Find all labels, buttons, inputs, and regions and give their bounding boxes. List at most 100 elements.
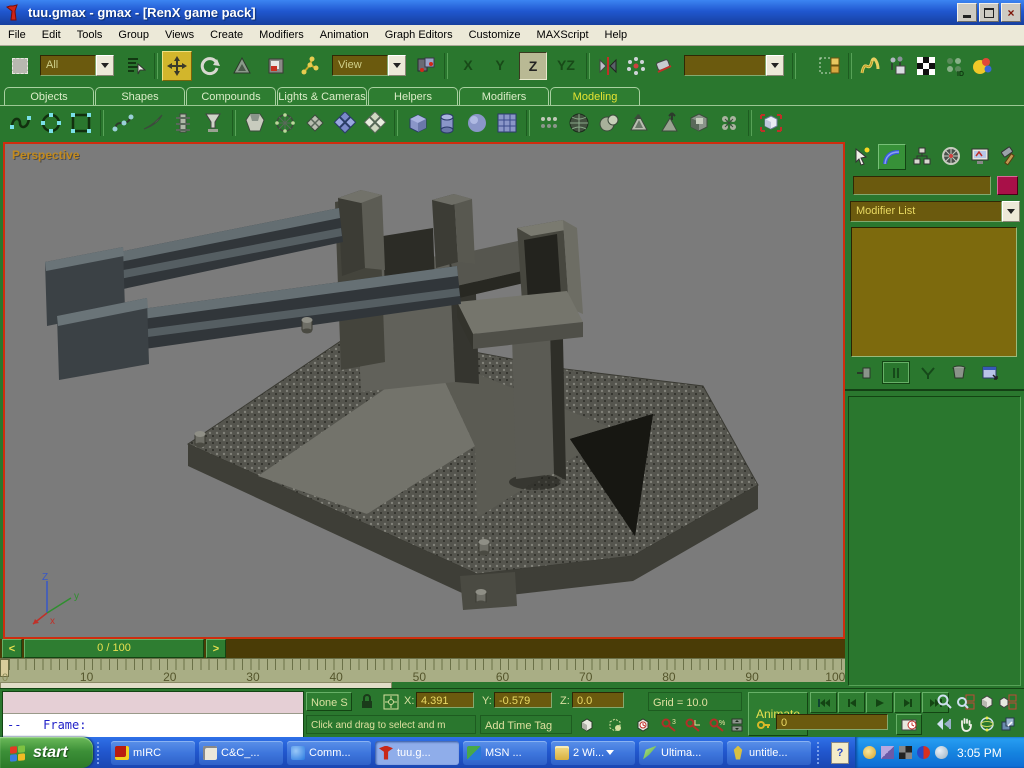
go-to-start-icon[interactable] (810, 692, 837, 713)
loft-icon[interactable] (168, 109, 198, 137)
curve-editor-icon[interactable] (856, 52, 884, 80)
material-editor-icon[interactable] (912, 52, 940, 80)
perspective-viewport[interactable]: Perspective Z y x (3, 142, 845, 639)
y-coord-field[interactable]: -0.579 (494, 692, 552, 708)
object-name-field[interactable] (853, 176, 991, 195)
restore-button[interactable] (979, 3, 999, 22)
render-id-icon[interactable]: ID (940, 52, 968, 80)
add-time-tag[interactable]: Add Time Tag (480, 715, 572, 734)
display-tab-icon[interactable] (967, 144, 993, 168)
arc-rotate-icon[interactable] (976, 714, 997, 733)
show-end-result-icon[interactable] (882, 361, 910, 384)
minimize-button[interactable] (957, 3, 977, 22)
cylinder-icon[interactable] (432, 109, 462, 137)
sub-object-cube-icon[interactable] (756, 109, 786, 137)
tray-swirl-icon[interactable] (917, 746, 930, 759)
taskbar-task-button[interactable]: C&C_... (199, 741, 283, 765)
pin-stack-icon[interactable] (851, 362, 877, 383)
panel-tab[interactable]: Modeling (550, 87, 640, 105)
grid-plane-icon[interactable] (492, 109, 522, 137)
time-slider[interactable]: 0 / 100 (24, 639, 204, 658)
meshsmooth-icon[interactable] (594, 109, 624, 137)
angle-snap-icon[interactable] (682, 715, 704, 734)
tray-display-icon[interactable] (881, 746, 894, 759)
panel-tab[interactable]: Helpers (368, 87, 458, 105)
min-max-toggle-icon[interactable] (997, 714, 1018, 733)
edit-spline-icon[interactable] (108, 109, 138, 137)
key-mode-icon[interactable] (756, 715, 772, 734)
make-unique-icon[interactable] (915, 362, 941, 383)
menu-item[interactable]: Graph Editors (377, 27, 461, 43)
spinner-snap-icon[interactable] (726, 715, 748, 734)
menu-item[interactable]: Tools (69, 27, 111, 43)
tray-messenger-icon[interactable] (935, 746, 948, 759)
boolean-icon[interactable] (198, 109, 228, 137)
configure-modifier-sets-icon[interactable] (977, 362, 1003, 383)
help-badge[interactable]: ? (831, 742, 849, 764)
menu-item[interactable]: File (0, 27, 34, 43)
z-coord-field[interactable]: 0.0 (572, 692, 624, 708)
motion-tab-icon[interactable] (938, 144, 964, 168)
menu-item[interactable]: Customize (461, 27, 529, 43)
select-and-rotate-icon[interactable] (196, 52, 224, 80)
axis-constraint-button[interactable]: Y (487, 52, 513, 78)
pan-icon[interactable] (955, 714, 976, 733)
time-next-button[interactable]: > (206, 639, 226, 658)
play-icon[interactable] (866, 692, 893, 713)
zoom-extents-all-icon[interactable] (997, 692, 1018, 711)
coord-system-dropdown[interactable]: View (332, 55, 406, 76)
geosphere-icon[interactable] (564, 109, 594, 137)
chamfer-icon[interactable] (240, 109, 270, 137)
select-by-name-icon[interactable] (122, 52, 150, 80)
listener-script-line[interactable]: -- Frame: (3, 714, 303, 737)
taskbar-task-button[interactable]: MSN ... (463, 741, 547, 765)
layer-eraser-icon[interactable] (650, 52, 678, 80)
modifier-stack[interactable] (851, 227, 1017, 357)
cap-holes-icon[interactable] (684, 109, 714, 137)
use-pivot-center-icon[interactable] (262, 52, 290, 80)
current-frame-field[interactable]: 0 (776, 714, 888, 730)
menu-item[interactable]: Help (597, 27, 636, 43)
quadify-icon[interactable] (300, 109, 330, 137)
menu-item[interactable]: Edit (34, 27, 69, 43)
menu-item[interactable]: Create (202, 27, 251, 43)
line-icon[interactable] (6, 109, 36, 137)
modifier-list-dropdown[interactable]: Modifier List (850, 201, 1020, 222)
taskbar-task-button[interactable]: 2 Wi... (551, 741, 635, 765)
optimize-icon[interactable] (654, 109, 684, 137)
dropdown-arrow-icon[interactable] (96, 55, 114, 76)
selection-region-icon[interactable] (6, 52, 34, 80)
schematic-view-icon[interactable] (884, 52, 912, 80)
axis-constraint-button[interactable]: Z (519, 52, 547, 80)
menu-item[interactable]: Group (110, 27, 157, 43)
lattice-icon[interactable] (270, 109, 300, 137)
track-bar[interactable]: 102030405060708090100 0 (0, 658, 845, 689)
snapshot-icon[interactable] (604, 715, 626, 734)
selection-lock-icon[interactable] (356, 692, 378, 711)
viewport-label[interactable]: Perspective (12, 148, 79, 162)
absolute-mode-icon[interactable] (380, 692, 402, 711)
maxscript-mini-listener[interactable]: -- Frame: (2, 691, 304, 738)
selection-filter-dropdown[interactable]: All (40, 55, 114, 76)
axis-constraint-button[interactable]: YZ (553, 52, 579, 78)
grid-blue-icon[interactable] (330, 109, 360, 137)
select-and-move-icon[interactable] (162, 51, 192, 81)
dropdown-arrow-icon[interactable] (1002, 201, 1020, 222)
next-frame-icon[interactable] (894, 692, 921, 713)
menu-item[interactable]: Views (157, 27, 202, 43)
utilities-tab-icon[interactable] (996, 144, 1022, 168)
taskbar-task-button[interactable]: Comm... (287, 741, 371, 765)
panel-tab[interactable]: Modifiers (459, 87, 549, 105)
snap-toggle-icon[interactable]: 3 (658, 715, 680, 734)
percent-snap-icon[interactable]: % (706, 715, 728, 734)
mesh-select-icon[interactable] (714, 109, 744, 137)
edit-mesh-icon[interactable] (624, 109, 654, 137)
zoom-all-icon[interactable] (955, 692, 976, 711)
menu-item[interactable]: Animation (312, 27, 377, 43)
panel-tab[interactable]: Lights & Cameras (277, 87, 367, 105)
axis-constraint-button[interactable]: X (455, 52, 481, 78)
array-icon[interactable] (534, 109, 564, 137)
start-button[interactable]: start (0, 737, 93, 768)
layers-icon[interactable] (816, 52, 844, 80)
modify-tab-icon[interactable] (878, 144, 906, 170)
